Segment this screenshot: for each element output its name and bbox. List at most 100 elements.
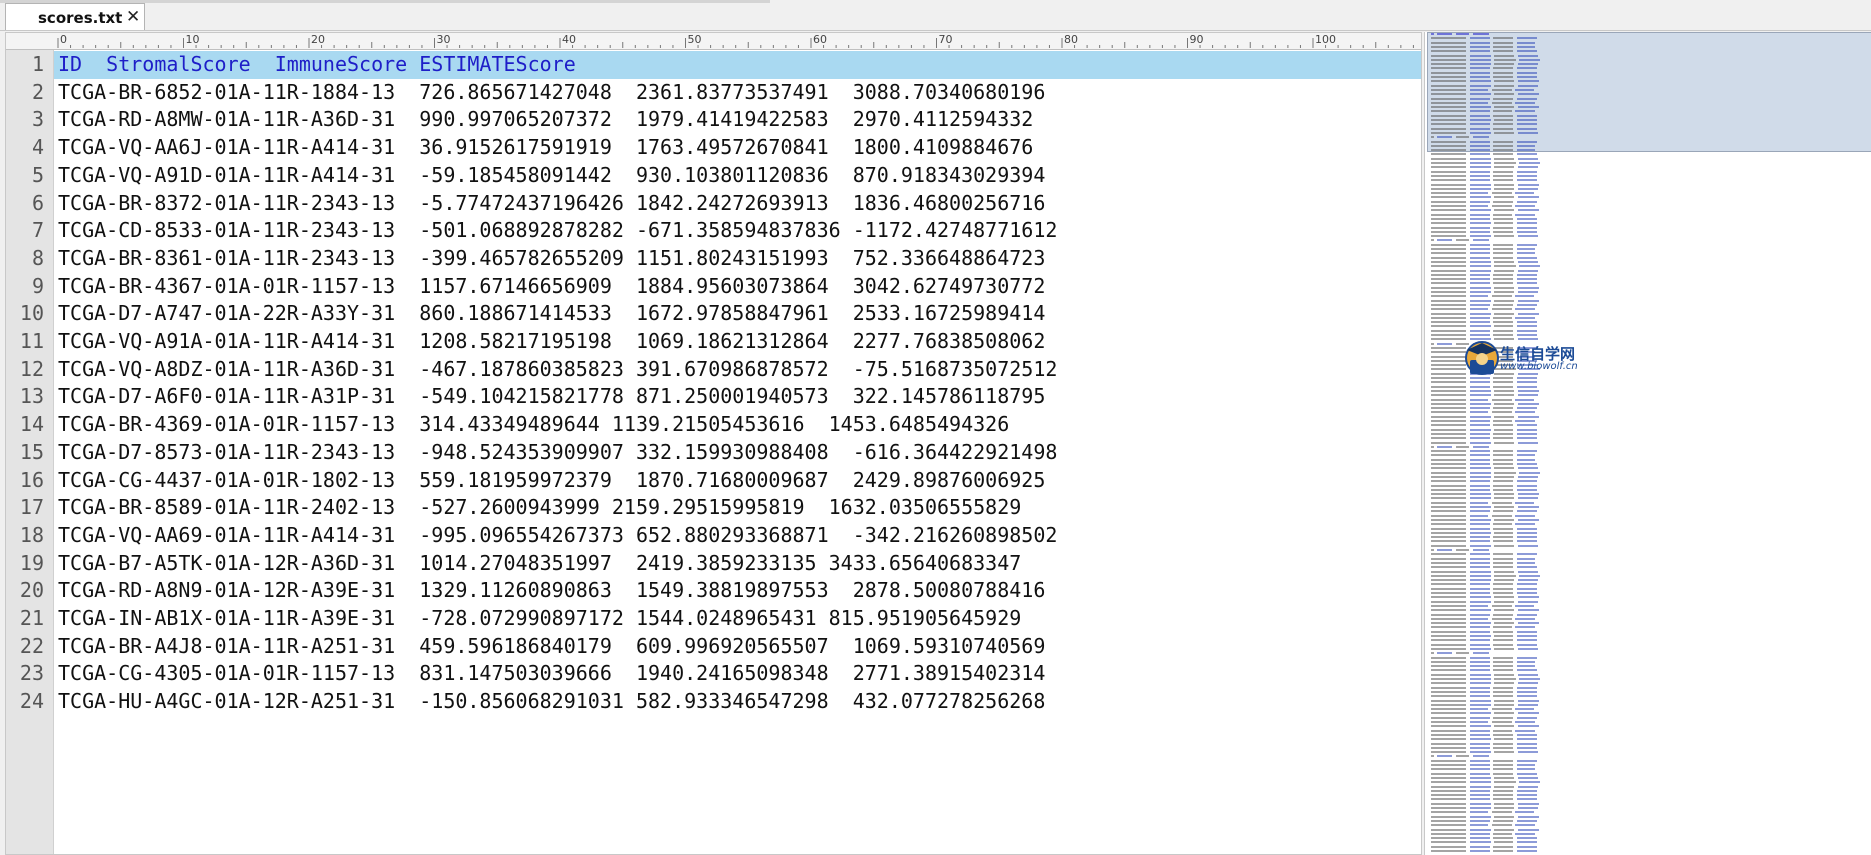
minimap-token: [1493, 837, 1513, 840]
minimap-token: [1431, 604, 1466, 607]
minimap-token: [1431, 303, 1466, 306]
minimap-token: [1431, 600, 1466, 603]
data-line[interactable]: TCGA-BR-4369-01A-01R-1157-13 314.4334948…: [58, 411, 1009, 439]
data-line[interactable]: TCGA-CG-4305-01A-01R-1157-13 831.1475030…: [58, 660, 1045, 688]
data-line[interactable]: TCGA-RD-A8MW-01A-11R-A36D-31 990.9970652…: [58, 106, 1033, 134]
minimap-token: [1491, 88, 1512, 91]
minimap-token: [1493, 484, 1513, 487]
minimap-token: [1437, 445, 1452, 448]
minimap-token: [1431, 630, 1466, 633]
minimap-token: [1431, 338, 1466, 341]
minimap-token: [1469, 841, 1491, 844]
minimap-token: [1431, 656, 1466, 659]
data-line[interactable]: TCGA-B7-A5TK-01A-12R-A36D-31 1014.270483…: [58, 550, 1021, 578]
data-line[interactable]: TCGA-VQ-AA69-01A-11R-A414-31 -995.096554…: [58, 522, 1057, 550]
minimap-token: [1431, 566, 1466, 569]
minimap-token: [1516, 845, 1537, 848]
minimap-token: [1493, 690, 1513, 693]
minimap-token: [1469, 76, 1490, 78]
minimap-token: [1493, 480, 1513, 483]
minimap-token: [1431, 665, 1466, 668]
data-line[interactable]: TCGA-BR-8589-01A-11R-2402-13 -527.260094…: [58, 494, 1021, 522]
ruler-label: 0: [60, 33, 67, 46]
data-line[interactable]: TCGA-BR-A4J8-01A-11R-A251-31 459.5961868…: [58, 633, 1045, 661]
minimap-token: [1517, 682, 1538, 685]
data-line[interactable]: TCGA-D7-8573-01A-11R-2343-13 -948.524353…: [58, 439, 1057, 467]
minimap-token: [1516, 794, 1537, 797]
close-icon[interactable]: ✕: [126, 7, 140, 27]
minimap-token: [1431, 144, 1466, 147]
document-minimap[interactable]: [1424, 32, 1871, 855]
minimap-token: [1491, 101, 1512, 104]
ruler-ticks: [57, 38, 1414, 48]
data-line[interactable]: TCGA-BR-6852-01A-11R-1884-13 726.8656714…: [58, 79, 1045, 107]
minimap-token: [1469, 501, 1489, 504]
text-editor[interactable]: 0 10 20 30 40 50 60 70 80 90 100 1 2 3 4 5 6 7 8 9 10 11 12 13…: [5, 32, 1422, 855]
minimap-token: [1469, 394, 1491, 397]
minimap-token: [1516, 67, 1537, 70]
minimap-token: [1431, 488, 1466, 491]
minimap-token: [1431, 432, 1466, 435]
data-line[interactable]: TCGA-BR-4367-01A-01R-1157-13 1157.671466…: [58, 273, 1045, 301]
data-line[interactable]: TCGA-D7-A747-01A-22R-A33Y-31 860.1886714…: [58, 300, 1045, 328]
minimap-token: [1469, 114, 1490, 117]
minimap-token: [1431, 721, 1466, 723]
minimap-token: [1469, 252, 1490, 255]
data-line[interactable]: TCGA-RD-A8N9-01A-12R-A39E-31 1329.112608…: [58, 577, 1045, 605]
minimap-token: [1517, 260, 1538, 263]
minimap-token: [1431, 716, 1466, 719]
data-line[interactable]: TCGA-CD-8533-01A-11R-2343-13 -501.068892…: [58, 217, 1057, 245]
minimap-token: [1516, 321, 1537, 324]
minimap-token: [1469, 71, 1490, 74]
minimap-token: [1516, 385, 1537, 388]
minimap-token: [1469, 544, 1491, 547]
minimap-token: [1493, 523, 1512, 526]
minimap-token: [1494, 286, 1515, 289]
data-line[interactable]: TCGA-HU-A4GC-01A-12R-A251-31 -150.856068…: [58, 688, 1045, 716]
minimap-token: [1469, 265, 1491, 268]
header-line[interactable]: ID StromalScore ImmuneScore ESTIMATEScor…: [58, 51, 576, 79]
data-line[interactable]: TCGA-VQ-A91A-01A-11R-A414-31 1208.582171…: [58, 328, 1045, 356]
data-line[interactable]: TCGA-D7-A6F0-01A-11R-A31P-31 -549.104215…: [58, 383, 1045, 411]
minimap-token: [1469, 149, 1490, 152]
line-number: 11: [19, 329, 44, 353]
data-line[interactable]: TCGA-BR-8372-01A-11R-2343-13 -5.77472437…: [58, 190, 1045, 218]
minimap-token: [1431, 772, 1466, 775]
data-line[interactable]: TCGA-CG-4437-01A-01R-1802-13 559.1819599…: [58, 467, 1045, 495]
minimap-token: [1515, 295, 1534, 298]
minimap-token: [1469, 523, 1490, 526]
minimap-token: [1517, 815, 1539, 818]
minimap-token: [1431, 764, 1466, 766]
minimap-token: [1516, 772, 1537, 775]
data-line[interactable]: TCGA-VQ-A91D-01A-11R-A414-31 -59.1854580…: [58, 162, 1045, 190]
minimap-token: [1455, 549, 1470, 551]
minimap-token: [1469, 166, 1491, 169]
minimap-token: [1493, 695, 1513, 698]
minimap-token: [1516, 733, 1537, 736]
minimap-token: [1494, 531, 1513, 534]
minimap-token: [1515, 721, 1536, 723]
data-line[interactable]: TCGA-IN-AB1X-01A-11R-A39E-31 -728.072990…: [58, 605, 1021, 633]
minimap-token: [1494, 291, 1515, 293]
minimap-token: [1493, 613, 1513, 616]
minimap-token: [1469, 334, 1490, 336]
data-line[interactable]: TCGA-VQ-A8DZ-01A-11R-A36D-31 -467.187860…: [58, 356, 1057, 384]
minimap-token: [1469, 647, 1491, 650]
minimap-token: [1494, 269, 1515, 272]
minimap-token: [1455, 33, 1470, 35]
minimap-token: [1494, 80, 1515, 83]
data-line[interactable]: TCGA-BR-8361-01A-11R-2343-13 -399.465782…: [58, 245, 1045, 273]
text-content[interactable]: ID StromalScore ImmuneScore ESTIMATEScor…: [54, 50, 1421, 854]
minimap-token: [1437, 342, 1452, 345]
minimap-token: [1431, 316, 1466, 319]
minimap-token: [1431, 742, 1466, 745]
data-line[interactable]: TCGA-VQ-AA6J-01A-11R-A414-31 36.91526175…: [58, 134, 1033, 162]
minimap-token: [1469, 678, 1491, 680]
minimap-token: [1469, 243, 1490, 246]
minimap-token: [1469, 772, 1490, 775]
minimap-token: [1515, 708, 1534, 711]
minimap-token: [1493, 316, 1512, 319]
tab-scores-txt[interactable]: scores.txt ✕: [5, 3, 145, 30]
minimap-token: [1516, 428, 1537, 431]
minimap-token: [1472, 755, 1489, 758]
